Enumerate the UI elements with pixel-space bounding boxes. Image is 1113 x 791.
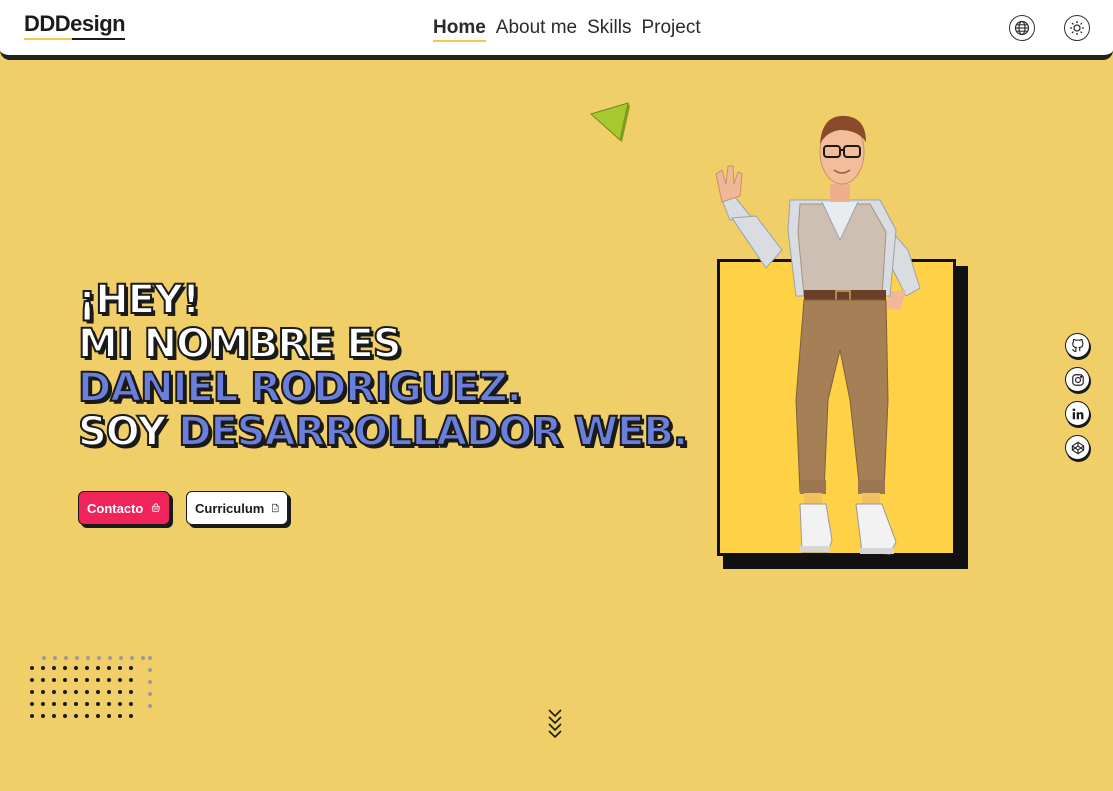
hero-role-prefix: SOY — [77, 409, 179, 455]
contact-button-label: Contacto — [87, 500, 144, 516]
nav-skills[interactable]: Skills — [587, 16, 631, 42]
globe-icon[interactable] — [1009, 15, 1035, 41]
codepen-icon[interactable] — [1065, 435, 1090, 460]
triangle-decoration — [590, 102, 630, 142]
logo[interactable]: DDDesign — [24, 13, 126, 40]
curriculum-button-label: Curriculum — [195, 500, 265, 516]
github-icon[interactable] — [1065, 333, 1090, 358]
hero-greeting: ¡HEY! — [77, 277, 201, 323]
hero-role: SOY DESARROLLADOR WEB. — [77, 409, 689, 455]
scroll-down-chevrons-icon[interactable] — [546, 708, 564, 744]
basket-icon — [152, 503, 161, 512]
instagram-icon[interactable] — [1065, 367, 1090, 392]
navbar: DDDesign Home About me Skills Project — [0, 0, 1113, 60]
linkedin-icon[interactable] — [1065, 401, 1090, 426]
curriculum-button[interactable]: Curriculum cv — [186, 491, 288, 525]
hero-name-intro: MI NOMBRE ES — [77, 321, 403, 367]
hero-name: DANIEL RODRIGUEZ. — [77, 365, 687, 411]
hero-name-text: DANIEL RODRIGUEZ. — [77, 365, 523, 411]
cv-file-icon: cv — [272, 503, 279, 513]
hero-role-text: DESARROLLADOR WEB. — [177, 409, 689, 455]
nav-project[interactable]: Project — [641, 16, 700, 42]
nav-about[interactable]: About me — [496, 16, 577, 42]
dot-grid-decoration — [30, 656, 152, 718]
sun-icon[interactable] — [1064, 15, 1090, 41]
person-illustration — [715, 115, 921, 555]
nav-home[interactable]: Home — [433, 16, 486, 42]
contact-button[interactable]: Contacto — [78, 491, 170, 525]
nav-links: Home About me Skills Project — [433, 16, 701, 42]
hero-heading: ¡HEY! MI NOMBRE ES DANIEL RODRIGUEZ. SOY… — [77, 277, 689, 455]
